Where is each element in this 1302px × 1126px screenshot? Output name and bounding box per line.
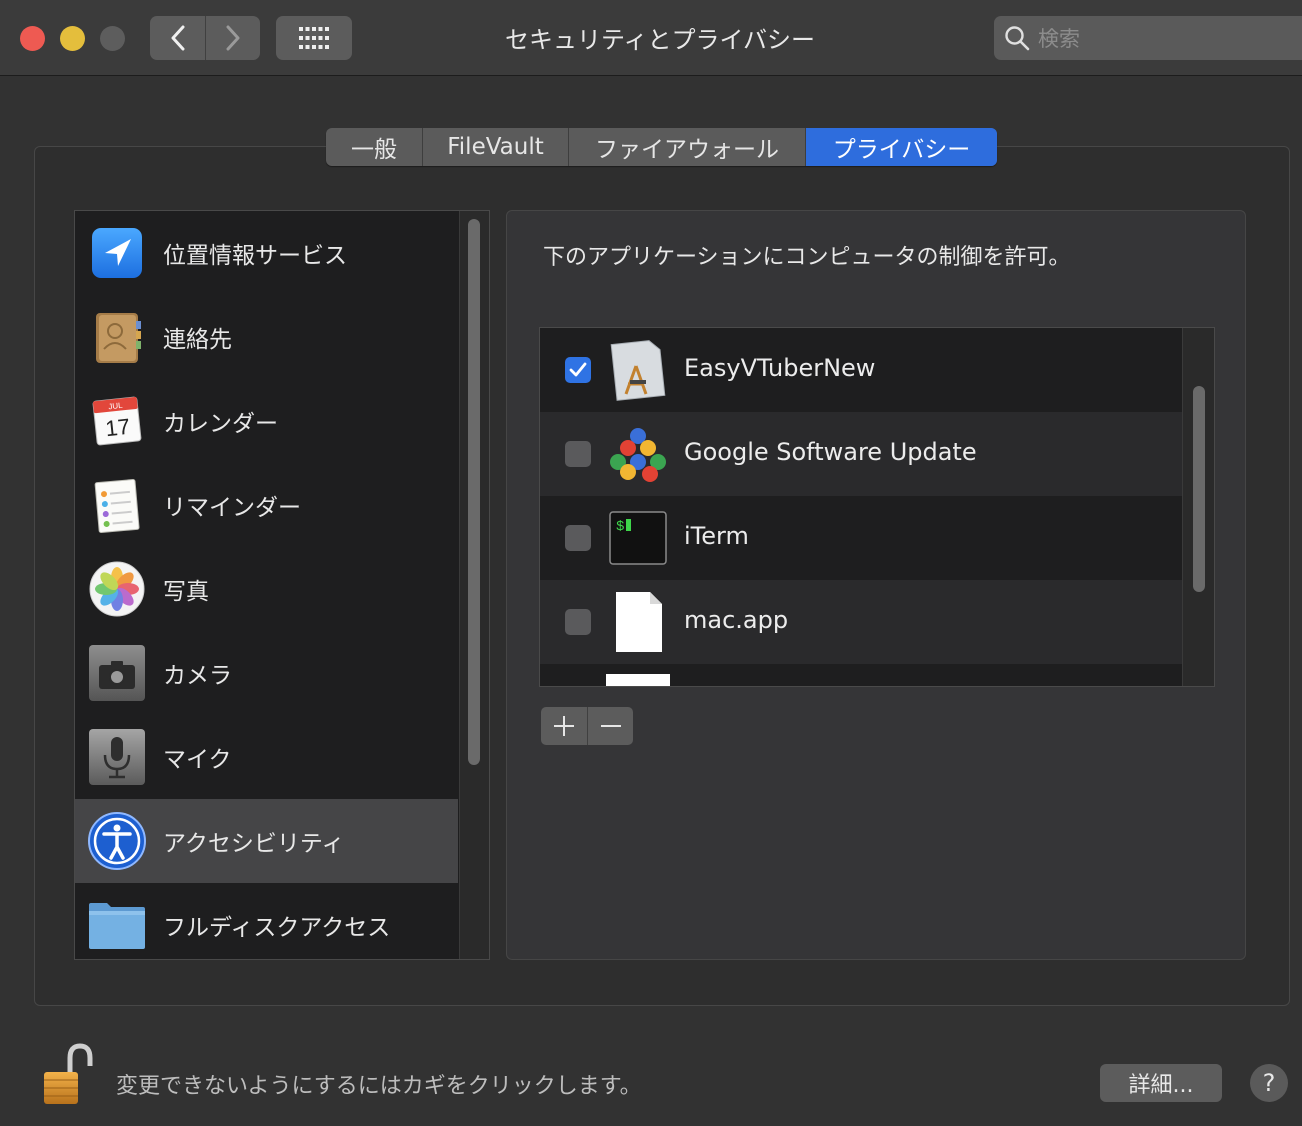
add-remove-control (541, 707, 633, 745)
title-bar: セキュリティとプライバシー 検索 (0, 0, 1302, 76)
app-row-iterm[interactable]: $ iTerm (540, 496, 1182, 580)
tab-general[interactable]: 一般 (326, 128, 423, 166)
app-name: mac.app (684, 606, 789, 634)
help-button[interactable]: ? (1250, 1064, 1288, 1102)
app-checkbox[interactable] (565, 609, 591, 635)
sidebar-item-accessibility[interactable]: アクセシビリティ (75, 799, 458, 883)
tab-firewall[interactable]: ファイアウォール (569, 128, 806, 166)
sidebar-item-label: フルディスクアクセス (163, 915, 391, 941)
search-icon (1005, 26, 1030, 51)
app-name: iTerm (684, 522, 749, 550)
blank-document-icon (616, 592, 662, 652)
close-window-button[interactable] (20, 26, 45, 51)
sidebar-item-microphone[interactable]: マイク (75, 715, 458, 799)
app-checkbox[interactable] (565, 441, 591, 467)
add-app-button[interactable] (541, 707, 587, 745)
remove-app-button[interactable] (587, 707, 633, 745)
app-name: EasyVTuberNew (684, 354, 876, 382)
photos-icon (89, 561, 145, 617)
terminal-prompt: $ (616, 519, 624, 535)
sidebar-item-label: リマインダー (163, 495, 301, 521)
app-list: EasyVTuberNew Google Software Update $ i… (539, 327, 1215, 687)
window-title: セキュリティとプライバシー (504, 26, 816, 54)
blank-document-icon (606, 674, 670, 686)
app-list-scrollbar-thumb[interactable] (1193, 386, 1205, 592)
forward-button[interactable] (205, 16, 260, 60)
google-software-update-icon (610, 428, 666, 482)
tab-filevault[interactable]: FileVault (423, 128, 569, 166)
checkmark-icon (569, 362, 587, 377)
calendar-day: 17 (104, 414, 131, 441)
lock-message: 変更できないようにするにはカギをクリックします。 (116, 1074, 642, 1099)
calendar-month: JUL (108, 401, 124, 411)
details-button[interactable]: 詳細... (1100, 1064, 1222, 1102)
tab-bar: 一般 FileVault ファイアウォール プライバシー (326, 128, 997, 166)
app-row-google-software-update[interactable]: Google Software Update (540, 412, 1182, 496)
sidebar-item-label: カレンダー (163, 411, 278, 437)
accessibility-icon (88, 812, 146, 870)
calendar-icon: JUL 17 (92, 396, 142, 446)
back-button[interactable] (150, 16, 205, 60)
folder-icon (89, 903, 145, 949)
sidebar-item-label: 写真 (163, 579, 209, 605)
app-row-mac-app[interactable]: mac.app (540, 580, 1182, 664)
app-checkbox[interactable] (565, 357, 591, 383)
chevron-right-icon (226, 25, 240, 51)
camera-icon (89, 645, 145, 701)
sidebar-item-full-disk-access[interactable]: フルディスクアクセス (75, 883, 458, 959)
chevron-left-icon (171, 25, 184, 51)
accessibility-detail-pane: 下のアプリケーションにコンピュータの制御を許可。 EasyVTuberNew G… (506, 210, 1246, 960)
sidebar-item-calendar[interactable]: JUL 17 カレンダー (75, 379, 458, 463)
sidebar-item-label: カメラ (163, 663, 232, 689)
app-list-scrollbar[interactable] (1182, 328, 1214, 686)
sidebar-item-label: 位置情報サービス (163, 243, 347, 269)
navigation-buttons (150, 16, 260, 60)
sidebar-item-label: 連絡先 (163, 327, 232, 353)
location-arrow-icon (92, 228, 142, 278)
minimize-window-button[interactable] (60, 26, 85, 51)
sidebar-item-reminders[interactable]: リマインダー (75, 463, 458, 547)
search-placeholder: 検索 (1038, 27, 1080, 51)
terminal-icon: $ (609, 511, 667, 565)
sidebar-item-label: アクセシビリティ (163, 831, 345, 857)
plus-icon (554, 716, 574, 736)
sidebar-item-location-services[interactable]: 位置情報サービス (75, 211, 458, 295)
sidebar-item-camera[interactable]: カメラ (75, 631, 458, 715)
pane-description: 下のアプリケーションにコンピュータの制御を許可。 (543, 245, 1071, 270)
sidebar-item-contacts[interactable]: 連絡先 (75, 295, 458, 379)
tab-privacy[interactable]: プライバシー (806, 128, 997, 166)
app-checkbox[interactable] (565, 525, 591, 551)
sidebar-scrollbar[interactable] (459, 211, 489, 959)
app-row-partial (540, 664, 1182, 686)
sidebar-item-label: マイク (163, 747, 232, 773)
privacy-category-list: 位置情報サービス 連絡先 JUL 17 カレンダー リマインダー 写真 カメラ … (74, 210, 490, 960)
minus-icon (600, 725, 621, 727)
app-row-easyvtubernew[interactable]: EasyVTuberNew (540, 328, 1182, 412)
app-name: Google Software Update (684, 438, 977, 466)
contacts-book-icon (96, 313, 141, 363)
reminders-icon (94, 479, 140, 533)
unlocked-padlock-icon[interactable] (40, 1042, 96, 1108)
app-document-icon (610, 340, 666, 401)
show-all-button[interactable] (276, 16, 352, 60)
grid-icon (299, 27, 329, 49)
search-field[interactable]: 検索 (994, 16, 1302, 60)
zoom-window-button[interactable] (100, 26, 125, 51)
sidebar-item-photos[interactable]: 写真 (75, 547, 458, 631)
microphone-icon (89, 729, 145, 785)
sidebar-scrollbar-thumb[interactable] (468, 219, 480, 765)
